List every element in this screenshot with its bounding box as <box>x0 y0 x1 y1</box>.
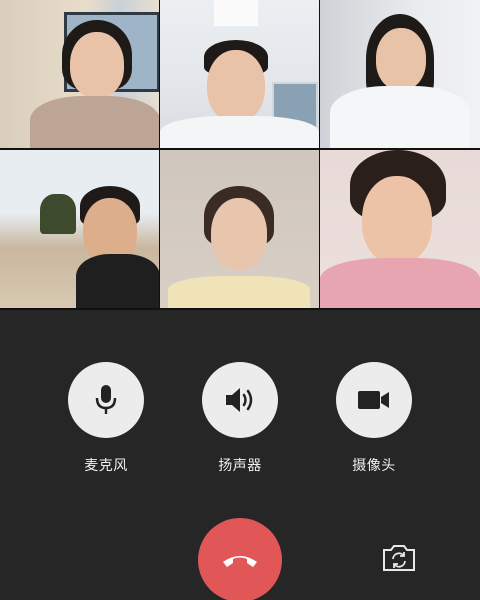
participant-video-tile[interactable] <box>0 150 159 308</box>
participant-body <box>320 258 480 308</box>
participant-body <box>30 96 159 148</box>
participant-face <box>376 28 426 90</box>
camera-label: 摄像头 <box>352 458 396 474</box>
participant-video-tile[interactable] <box>320 0 480 148</box>
participant-body <box>168 276 310 308</box>
speaker-icon <box>226 388 253 412</box>
microphone-button[interactable] <box>68 362 144 438</box>
participant-video-tile[interactable] <box>160 150 319 308</box>
participant-body <box>160 116 319 148</box>
speaker-button[interactable] <box>202 362 278 438</box>
camera-control[interactable]: 摄像头 <box>334 362 414 475</box>
phone-hangup-icon <box>223 556 257 567</box>
speaker-label: 扬声器 <box>218 458 262 474</box>
participant-face <box>70 32 124 98</box>
microphone-icon <box>95 385 117 414</box>
participant-face <box>207 50 265 122</box>
video-camera-icon <box>358 391 389 409</box>
background-trees <box>40 194 76 234</box>
camera-button[interactable] <box>336 362 412 438</box>
participant-body <box>330 86 470 148</box>
speaker-control[interactable]: 扬声器 <box>200 362 280 475</box>
participant-face <box>362 176 432 264</box>
participant-body <box>76 254 159 308</box>
video-grid <box>0 0 480 310</box>
participant-video-tile[interactable] <box>0 0 159 148</box>
microphone-control[interactable]: 麦克风 <box>66 362 146 475</box>
participant-video-tile[interactable] <box>320 150 480 308</box>
call-controls: 麦克风 扬声器 摄像头 <box>0 362 480 482</box>
ceiling-light <box>214 0 258 26</box>
hangup-button[interactable] <box>198 518 282 600</box>
participant-video-tile[interactable] <box>160 0 319 148</box>
camera-switch-button[interactable] <box>381 543 417 573</box>
camera-switch-icon <box>383 545 415 571</box>
participant-face <box>211 198 267 270</box>
microphone-label: 麦克风 <box>84 458 128 474</box>
